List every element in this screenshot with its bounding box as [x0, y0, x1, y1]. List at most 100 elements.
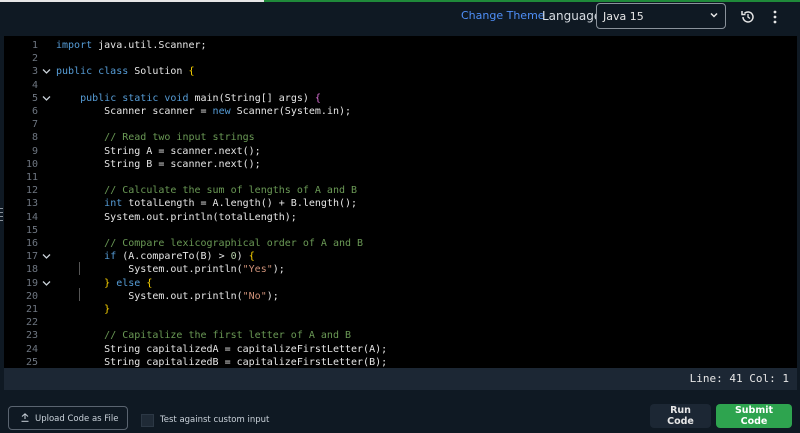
code-token: String capitalizedA = capitalizeFirstLet… [56, 343, 388, 355]
code-text: import java.util.Scanner; [56, 39, 207, 52]
line-number: 25 [25, 356, 38, 368]
line-number: 12 [25, 185, 38, 197]
code-line[interactable]: 19 } else { [4, 277, 797, 290]
fold-chevron-icon[interactable] [42, 280, 51, 287]
code-line[interactable]: 12 // Calculate the sum of lengths of A … [4, 184, 797, 197]
code-token: } [104, 304, 111, 315]
code-token: // Capitalize the first letter of A and … [104, 330, 352, 342]
line-number: 9 [31, 145, 38, 157]
code-line[interactable]: 11 [4, 171, 797, 184]
cursor-position: Line: 41 Col: 1 [689, 372, 789, 385]
code-line[interactable]: 6 Scanner scanner = new Scanner(System.i… [4, 105, 797, 118]
run-code-button[interactable]: Run Code [650, 404, 711, 428]
editor-status-bar: Line: 41 Col: 1 [4, 368, 797, 390]
line-number: 21 [25, 304, 38, 315]
code-token: String capitalizedB = capitalizeFirstLet… [56, 356, 388, 368]
code-token: ) [236, 251, 249, 263]
code-text: String capitalizedA = capitalizeFirstLet… [56, 343, 387, 356]
code-line[interactable]: 14 System.out.println(totalLength); [4, 211, 797, 224]
custom-input-label: Test against custom input [160, 415, 270, 425]
code-line[interactable]: 2 [4, 52, 797, 65]
code-token: public class [56, 66, 129, 78]
line-number: 8 [31, 132, 38, 144]
code-text: Scanner scanner = new Scanner(System.in)… [56, 105, 351, 118]
language-label: Language [542, 9, 602, 23]
code-line[interactable]: 1 import java.util.Scanner; [4, 39, 797, 52]
code-text: // Calculate the sum of lengths of A and… [56, 184, 357, 197]
chevron-down-icon [710, 12, 718, 18]
code-token: ); [266, 290, 279, 302]
line-number: 24 [25, 343, 38, 355]
code-line[interactable]: 17 if (A.compareTo(B) > 0) { [4, 250, 797, 263]
code-line[interactable]: 5 public static void main(String[] args)… [4, 92, 797, 105]
code-token: Scanner(System.in); [230, 106, 352, 117]
code-text: } [56, 303, 110, 316]
code-token: // Calculate the sum of lengths of A and… [104, 185, 358, 197]
code-text: String capitalizedB = capitalizeFirstLet… [56, 356, 387, 368]
code-token: "Yes" [242, 264, 273, 276]
code-line[interactable]: 7 [4, 118, 797, 131]
line-number: 11 [25, 172, 38, 183]
language-selected-value: Java 15 [603, 10, 644, 23]
code-text: // Compare lexicographical order of A an… [56, 237, 363, 250]
code-token: System.out.println( [56, 290, 243, 302]
code-line[interactable]: 9 String A = scanner.next(); [4, 145, 797, 158]
line-number: 13 [25, 198, 38, 210]
fold-chevron-icon[interactable] [42, 253, 51, 260]
line-number: 5 [31, 92, 38, 104]
code-line[interactable]: 20 System.out.println("No"); [4, 290, 797, 303]
more-options-icon[interactable] [768, 8, 782, 26]
code-text: System.out.println("Yes"); [56, 263, 285, 276]
code-token: else [116, 277, 141, 289]
fold-chevron-icon[interactable] [42, 68, 51, 75]
code-token: import [56, 40, 93, 51]
code-line[interactable]: 4 [4, 79, 797, 92]
code-text: } else { [56, 277, 152, 290]
upload-code-label: Upload Code as File [35, 414, 119, 424]
code-editor[interactable]: 1 import java.util.Scanner; 2 3 public class… [4, 36, 797, 368]
code-line[interactable]: 13 int totalLength = A.length() + B.leng… [4, 197, 797, 210]
code-token: main(String[] args) [188, 92, 315, 104]
line-number: 19 [25, 277, 38, 289]
code-line[interactable]: 10 String B = scanner.next(); [4, 158, 797, 171]
line-number: 1 [31, 40, 38, 51]
reset-history-icon[interactable] [739, 8, 757, 26]
code-token: { [146, 277, 153, 289]
code-text: public static void main(String[] args) { [56, 92, 321, 105]
code-line[interactable]: 16 // Compare lexicographical order of A… [4, 237, 797, 250]
line-number: 3 [31, 66, 38, 78]
code-line[interactable]: 15 [4, 224, 797, 237]
custom-input-checkbox[interactable] [141, 414, 154, 427]
code-line[interactable]: 24 String capitalizedA = capitalizeFirst… [4, 343, 797, 356]
code-line[interactable]: 22 [4, 316, 797, 329]
code-token: if [104, 251, 117, 263]
code-line[interactable]: 3 public class Solution { [4, 65, 797, 78]
code-token: Scanner scanner = [56, 106, 213, 117]
upload-code-button[interactable]: Upload Code as File [8, 406, 128, 430]
line-number: 10 [25, 158, 38, 170]
resize-grip-icon[interactable] [0, 206, 3, 226]
code-token: { [248, 251, 255, 263]
language-select[interactable]: Java 15 [596, 3, 726, 29]
change-theme-button[interactable]: Change Theme [461, 9, 545, 22]
fold-chevron-icon[interactable] [42, 95, 51, 102]
code-line[interactable]: 25 String capitalizedB = capitalizeFirst… [4, 356, 797, 368]
code-line[interactable]: 23 // Capitalize the first letter of A a… [4, 329, 797, 342]
code-token: java.util.Scanner; [92, 40, 207, 51]
line-number: 20 [25, 290, 38, 302]
submit-code-button[interactable]: Submit Code [716, 404, 792, 428]
code-line[interactable]: 8 // Read two input strings [4, 131, 797, 144]
line-number: 6 [31, 106, 38, 117]
code-token: ); [272, 264, 285, 276]
code-token: // Compare lexicographical order of A an… [104, 238, 364, 249]
code-line[interactable]: 21 } [4, 303, 797, 316]
code-token: public static void [80, 92, 189, 104]
code-text: String B = scanner.next(); [56, 158, 261, 171]
code-token: // Read two input strings [104, 132, 255, 144]
code-line[interactable]: 18 System.out.println("Yes"); [4, 263, 797, 276]
code-text: System.out.println("No"); [56, 290, 279, 303]
